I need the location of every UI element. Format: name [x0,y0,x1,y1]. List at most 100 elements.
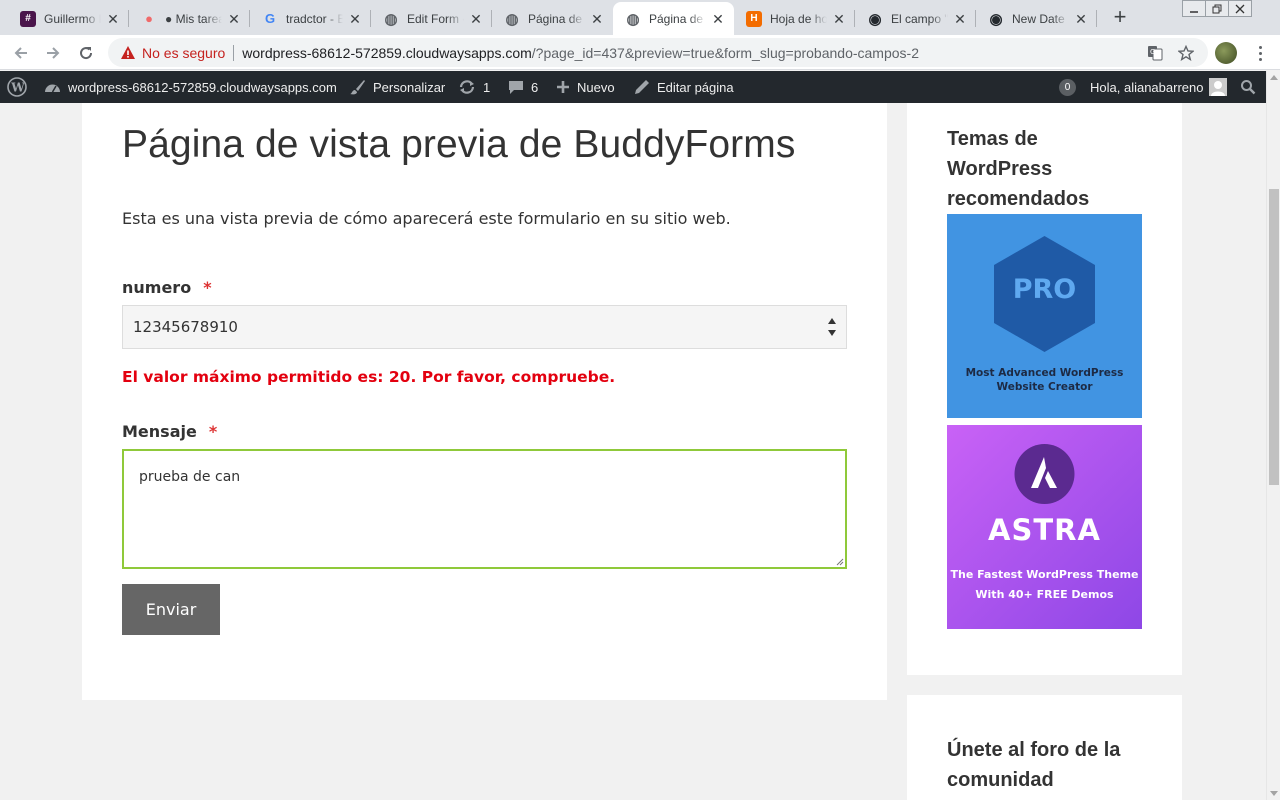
tab-title: ● Mis tareas [165,11,222,26]
astra-caption-line1: The Fastest WordPress Theme [950,568,1139,581]
required-asterisk: * [203,278,212,297]
admin-new-label: Nuevo [577,79,615,95]
tab-close-icon[interactable]: ✕ [1073,11,1089,27]
admin-new-link[interactable]: Nuevo [556,71,615,103]
astra-name: ASTRA [988,513,1101,547]
bookmark-star-icon[interactable] [1177,44,1195,62]
browser-menu-icon[interactable] [1252,44,1268,62]
browser-tab[interactable]: ◍ Edit Form « ✕ [371,2,492,35]
numero-input[interactable]: 12345678910 [122,305,847,349]
svg-text:W: W [10,81,25,95]
pencil-icon [634,79,650,95]
omnibox-divider [233,44,235,61]
resize-handle-icon[interactable] [836,558,844,566]
new-tab-button[interactable]: + [1106,5,1134,31]
wordpress-logo-icon[interactable]: W [7,71,27,103]
page-scrollbar[interactable] [1266,71,1280,800]
url-host: wordpress-68612-572859.cloudwaysapps.com [242,44,532,61]
pro-caption-line1: Most Advanced WordPress [965,367,1124,379]
page-viewport: Página de vista previa de BuddyForms Est… [0,103,1266,800]
admin-search-icon[interactable] [1240,71,1256,103]
number-spinner[interactable] [826,316,838,338]
pro-theme-banner[interactable]: PRO Most Advanced WordPress Website Crea… [947,214,1142,418]
browser-toolbar: No es seguro wordpress-68612-572859.clou… [0,35,1280,70]
dashboard-icon [44,80,61,94]
globe-icon: ◍ [626,10,640,28]
spinner-down-icon[interactable] [828,330,836,336]
tab-close-icon[interactable]: ✕ [831,11,847,27]
tab-close-icon[interactable]: ✕ [105,11,121,27]
github-icon: ◉ [989,10,1003,28]
back-arrow-icon [14,47,27,59]
submit-button[interactable]: Enviar [122,584,220,635]
scroll-up-icon[interactable] [1270,75,1278,80]
numero-label-text: numero [122,278,192,297]
page-title: Página de vista previa de BuddyForms [122,123,796,166]
tab-close-icon[interactable]: ✕ [347,11,363,27]
restore-button[interactable] [1205,0,1229,17]
tab-close-icon[interactable]: ✕ [710,11,726,27]
notification-count-badge[interactable]: 0 [1059,78,1076,96]
browser-tab[interactable]: # Guillermo Fi ✕ [8,2,129,35]
sidebar-widget-themes: Temas de WordPress recomendados PRO Most… [907,103,1182,675]
close-window-button[interactable] [1228,0,1252,17]
back-button[interactable] [8,40,34,66]
tab-close-icon[interactable]: ✕ [589,11,605,27]
globe-icon: ◍ [505,10,519,28]
sidebar-widget-title: Únete al foro de la comunidad [947,739,1121,791]
browser-tab[interactable]: ◉ New Date F ✕ [976,2,1097,35]
browser-tab-strip: #Guillermo Fi✕●● Mis tareas✕Gtradctor - … [0,0,1280,35]
admin-customize-label: Personalizar [373,79,446,95]
required-asterisk: * [208,422,218,441]
numero-label: numero * [122,278,212,297]
tab-close-icon[interactable]: ✕ [468,11,484,27]
mensaje-textarea[interactable]: prueba de can [122,449,847,569]
asana-icon: ● [145,11,153,26]
admin-comments-link[interactable]: 6 [508,71,538,103]
tab-title: Edit Form « [407,11,464,26]
browser-tab[interactable]: ● ● Mis tareas ✕ [129,2,250,35]
svg-text:G: G [1150,48,1155,56]
plus-icon [556,80,570,94]
browser-tab[interactable]: ◍ Página de v ✕ [492,2,613,35]
admin-customize-link[interactable]: Personalizar [349,71,445,103]
translate-icon[interactable]: G [1146,44,1164,62]
scroll-down-icon[interactable] [1270,791,1278,796]
admin-site-link[interactable]: wordpress-68612-572859.cloudwaysapps.com [44,71,337,103]
reload-button[interactable] [73,40,99,66]
comment-icon [508,80,524,95]
profile-avatar[interactable] [1215,42,1237,64]
tab-close-icon[interactable]: ✕ [226,11,242,27]
tab-title: Hoja de hor [770,11,827,26]
mensaje-textarea-value: prueba de can [139,469,241,485]
brush-icon [349,79,366,95]
admin-account-menu[interactable]: 0 Hola, alianabarreno [1059,71,1228,103]
security-status[interactable]: No es seguro [142,45,225,61]
admin-edit-page-link[interactable]: Editar página [634,71,734,103]
tab-close-icon[interactable]: ✕ [952,11,968,27]
admin-greeting: Hola, alianabarreno [1090,79,1204,95]
warning-icon [121,45,135,59]
sidebar-widget-forum: Únete al foro de la comunidad [907,695,1182,800]
admin-edit-page-label: Editar página [657,79,734,95]
wp-admin-bar: W wordpress-68612-572859.cloudwaysapps.c… [0,71,1280,103]
github-icon: ◉ [868,10,882,28]
browser-tab[interactable]: Gtradctor - B ✕ [250,2,371,35]
admin-updates-count: 1 [483,79,491,95]
harvest-icon: H [746,10,762,27]
address-bar[interactable]: No es seguro wordpress-68612-572859.clou… [108,38,1208,67]
admin-comments-count: 6 [531,79,539,95]
forward-button[interactable] [40,40,66,66]
reload-icon [80,47,93,60]
browser-tab[interactable]: ◍ Página de v ✕ [613,2,734,35]
scrollbar-thumb[interactable] [1269,189,1279,485]
spinner-up-icon[interactable] [828,318,836,324]
browser-tab[interactable]: H Hoja de hor ✕ [734,2,855,35]
admin-updates-link[interactable]: 1 [458,71,490,103]
browser-tab[interactable]: ◉ El campo "r ✕ [855,2,976,35]
updates-icon [458,79,476,95]
admin-site-name: wordpress-68612-572859.cloudwaysapps.com [68,79,337,95]
minimize-button[interactable] [1182,0,1206,17]
astra-theme-banner[interactable]: ASTRA The Fastest WordPress Theme With 4… [947,425,1142,629]
tab-title: New Date F [1012,11,1069,26]
